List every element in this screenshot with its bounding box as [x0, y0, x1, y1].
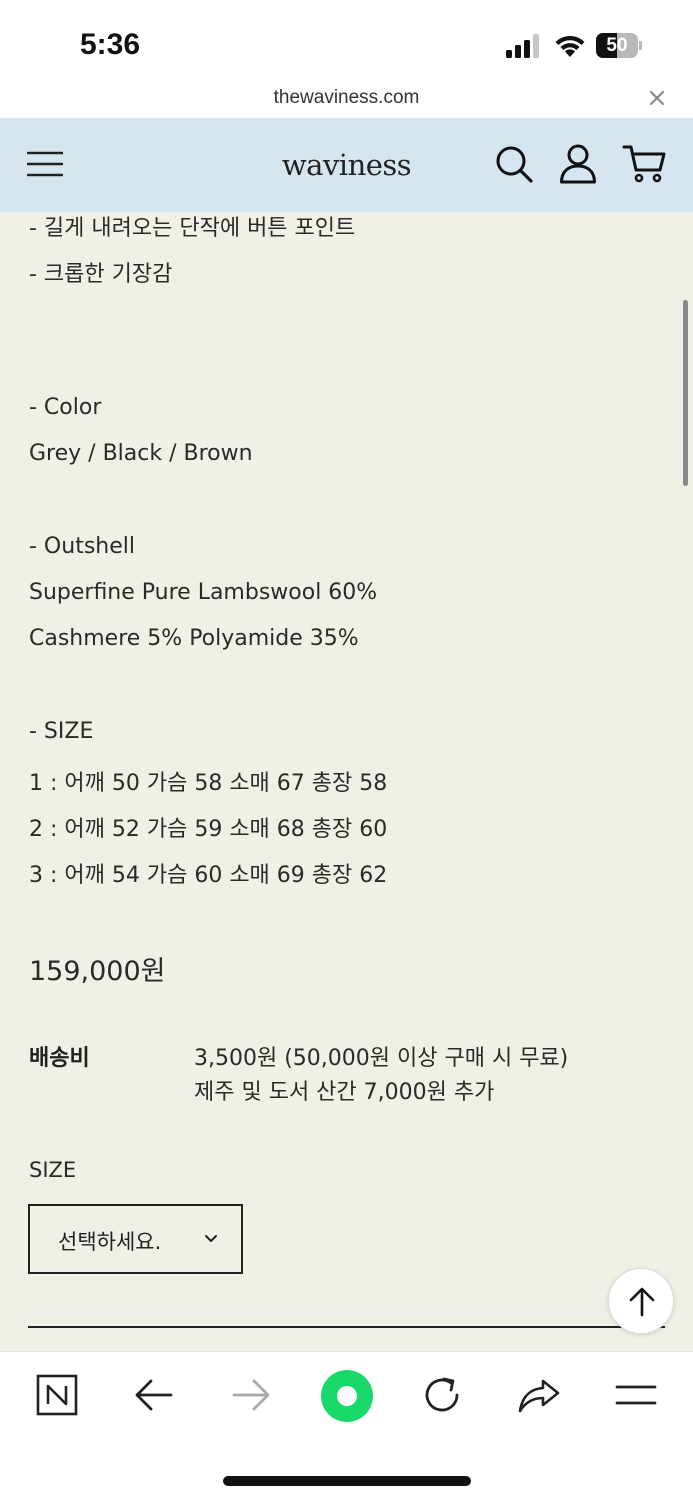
url-bar[interactable]: thewaviness.com — [0, 86, 693, 118]
close-icon[interactable] — [648, 89, 666, 107]
share-icon[interactable] — [517, 1373, 561, 1417]
description-line: - Color — [29, 395, 102, 420]
back-icon[interactable] — [133, 1373, 175, 1417]
divider — [28, 1326, 665, 1328]
description-line: - 길게 내려오는 단작에 버튼 포인트 — [29, 216, 356, 241]
chevron-down-icon — [205, 1235, 217, 1242]
home-indicator — [223, 1476, 471, 1486]
battery-indicator: 50 — [596, 33, 642, 58]
user-icon[interactable] — [559, 144, 597, 184]
naver-icon[interactable] — [36, 1373, 78, 1417]
shipping-extra-text: 제주 및 도서 산간 7,000원 추가 — [194, 1080, 495, 1105]
description-line: Grey / Black / Brown — [29, 441, 253, 466]
signal-icon — [506, 34, 539, 58]
reload-icon[interactable] — [420, 1373, 464, 1417]
size-select[interactable]: 선택하세요. — [28, 1204, 243, 1274]
description-line: - 크롭한 기장감 — [29, 262, 173, 287]
green-dot-icon[interactable] — [319, 1368, 375, 1424]
description-line: 1 : 어깨 50 가슴 58 소매 67 총장 58 — [29, 771, 388, 796]
status-time: 5:36 — [80, 28, 141, 61]
description-line: Cashmere 5% Polyamide 35% — [29, 626, 359, 651]
menu-icon[interactable] — [614, 1373, 658, 1417]
wifi-icon — [555, 35, 585, 57]
cart-icon[interactable] — [622, 144, 666, 184]
shipping-label: 배송비 — [29, 1046, 90, 1071]
product-price: 159,000원 — [29, 956, 166, 987]
size-select-value: 선택하세요. — [58, 1230, 162, 1254]
forward-icon[interactable] — [230, 1373, 272, 1417]
description-line: - Outshell — [29, 534, 135, 559]
description-line: 3 : 어깨 54 가슴 60 소매 69 총장 62 — [29, 863, 388, 888]
search-icon[interactable] — [495, 145, 533, 183]
description-line: - SIZE — [29, 719, 94, 744]
description-line: Superfine Pure Lambswool 60% — [29, 580, 378, 605]
status-bar: 5:36 50 — [0, 0, 693, 86]
arrow-up-icon — [629, 1287, 655, 1317]
url-text[interactable]: thewaviness.com — [0, 86, 693, 110]
scrollbar[interactable] — [683, 300, 688, 486]
description-line: 2 : 어깨 52 가슴 59 소매 68 총장 60 — [29, 817, 388, 842]
battery-level: 50 — [606, 35, 628, 56]
size-option-label: SIZE — [29, 1158, 77, 1182]
scroll-to-top-button[interactable] — [608, 1268, 674, 1334]
shipping-fee-text: 3,500원 (50,000원 이상 구매 시 무료) — [194, 1046, 569, 1071]
